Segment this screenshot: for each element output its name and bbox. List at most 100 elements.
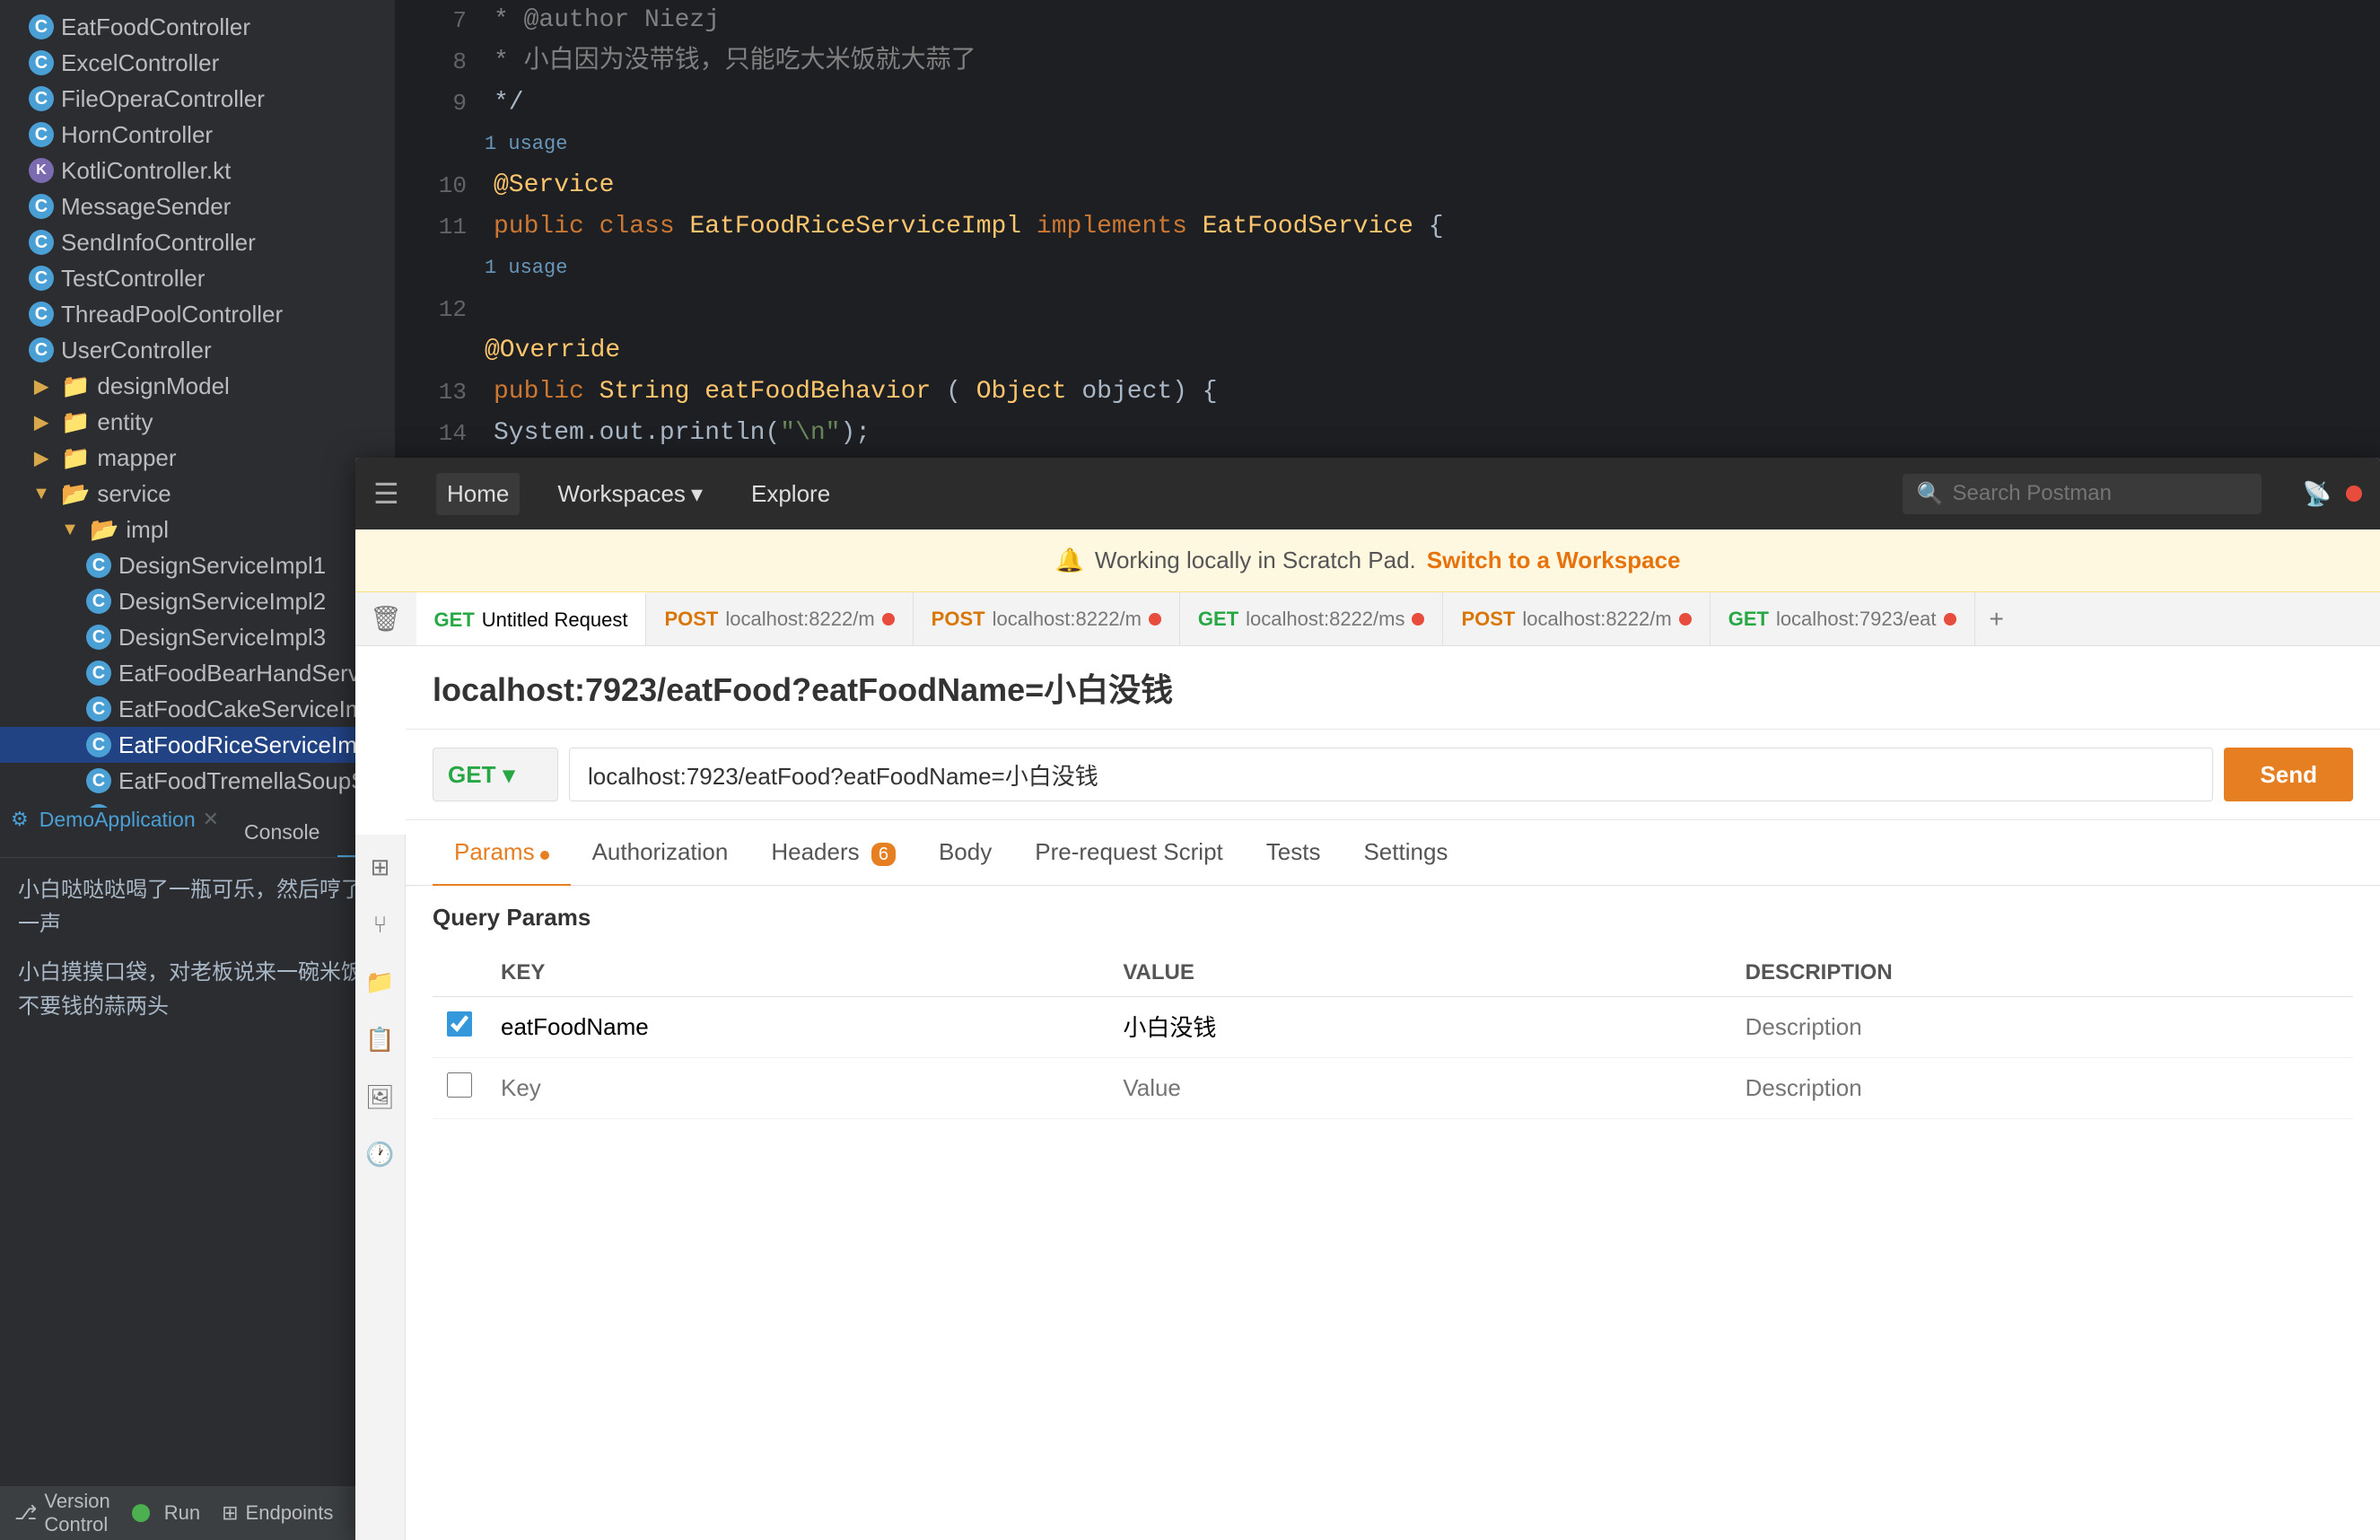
file-tree-item[interactable]: C ExcelController	[0, 45, 395, 81]
code-editor[interactable]: 7 * @author Niezj 8 * 小白因为没带钱，只能吃大米饭就大蒜了…	[395, 0, 2380, 458]
param-value-input[interactable]	[1123, 1012, 1716, 1040]
param-description[interactable]	[1731, 997, 2353, 1058]
new-value-input[interactable]	[1123, 1074, 1716, 1102]
hamburger-menu-icon[interactable]: ☰	[373, 477, 409, 511]
file-tree-item[interactable]: C EatFoodTremellaSoupServiceImpl	[0, 763, 395, 799]
sidebar-fork-icon[interactable]: ⑂	[363, 906, 398, 942]
search-box[interactable]: 🔍	[1903, 474, 2262, 514]
file-tree-item[interactable]: K KotliController.kt	[0, 153, 395, 188]
file-tree-item[interactable]: C FileOperaController	[0, 81, 395, 117]
chevron-down-icon: ▾	[691, 480, 703, 508]
sidebar-collection-icon[interactable]: 📁	[363, 964, 398, 1000]
new-description-input[interactable]	[1746, 1074, 2339, 1102]
authorization-tab[interactable]: Authorization	[571, 820, 750, 886]
home-nav-link[interactable]: Home	[436, 473, 520, 515]
console-tab[interactable]: Console	[226, 808, 337, 857]
class-icon: C	[29, 337, 54, 363]
file-tree-item[interactable]: C HornReceivePepServiceImpl	[0, 799, 395, 808]
param-description-input[interactable]	[1746, 1013, 2339, 1041]
file-tree-item[interactable]: C DesignServiceImpl1	[0, 547, 395, 583]
file-tree-item[interactable]: C SendInfoController	[0, 224, 395, 260]
file-tree-item[interactable]: C EatFoodBearHandServiceImpl	[0, 655, 395, 691]
param-key-input[interactable]	[501, 1013, 1094, 1041]
tab-get-3[interactable]: GET localhost:7923/eat	[1711, 592, 1975, 646]
postman-nav: ☰ Home Workspaces ▾ Explore 🔍 📡	[355, 458, 2380, 529]
method-selector[interactable]: GET ▾	[433, 748, 558, 801]
request-breadcrumb: localhost:7923/eatFood?eatFoodName=小白没钱	[406, 646, 2380, 730]
postman-sidebar: ⊞ ⑂ 📁 📋 🖼 🕐	[355, 835, 406, 1540]
new-param-checkbox[interactable]	[447, 1072, 472, 1098]
file-tree-item[interactable]: ▶ 📁 mapper	[0, 440, 395, 476]
class-icon: C	[86, 625, 111, 650]
trash-icon[interactable]: 🗑	[355, 604, 416, 634]
file-tree-item[interactable]: ▶ 📁 entity	[0, 404, 395, 440]
run-item[interactable]: Run	[132, 1501, 200, 1525]
class-icon: C	[29, 50, 54, 75]
code-line-9: 9 */	[395, 83, 2380, 124]
new-tab-button[interactable]: +	[1975, 605, 2018, 634]
file-tree-item[interactable]: C HornController	[0, 117, 395, 153]
pre-request-script-tab[interactable]: Pre-request Script	[1013, 820, 1245, 886]
tab-post-2[interactable]: POST localhost:8222/m	[914, 592, 1180, 646]
send-button[interactable]: Send	[2224, 748, 2353, 801]
switch-workspace-link[interactable]: Switch to a Workspace	[1427, 547, 1681, 574]
url-input[interactable]	[569, 748, 2213, 801]
version-control-item[interactable]: ⎇ Version Control	[14, 1490, 110, 1536]
code-annotation-override: @Override	[395, 330, 2380, 372]
body-tab[interactable]: Body	[917, 820, 1013, 886]
new-param-description[interactable]	[1731, 1058, 2353, 1119]
request-tabs-bar: 🗑 GET Untitled Request POST localhost:82…	[355, 592, 2380, 646]
param-checkbox[interactable]	[447, 1011, 472, 1037]
file-tree-item[interactable]: C EatFoodCakeServiceImpl	[0, 691, 395, 727]
endpoints-item[interactable]: ⊞ Endpoints	[222, 1501, 333, 1525]
settings-tab[interactable]: Settings	[1342, 820, 1469, 886]
tab-post-1[interactable]: POST localhost:8222/m	[646, 592, 913, 646]
app-name: DemoApplication	[39, 808, 196, 857]
sidebar-home-icon[interactable]: ⊞	[363, 849, 398, 885]
file-tree-item[interactable]: C ThreadPoolController	[0, 296, 395, 332]
row-checkbox-cell[interactable]	[433, 997, 486, 1058]
home-label: Home	[447, 480, 509, 507]
tests-tab[interactable]: Tests	[1245, 820, 1343, 886]
file-tree-item[interactable]: C EatFoodController	[0, 9, 395, 45]
kotlin-icon: K	[29, 158, 54, 183]
search-input[interactable]	[1953, 481, 2247, 506]
new-row-checkbox[interactable]	[433, 1058, 486, 1119]
file-tree-item[interactable]: C DesignServiceImpl2	[0, 583, 395, 619]
query-params-title: Query Params	[433, 904, 2353, 932]
sidebar-clock-icon[interactable]: 🕐	[363, 1136, 398, 1172]
explore-nav-link[interactable]: Explore	[740, 473, 841, 515]
sidebar-history-icon[interactable]: 🖼	[363, 1079, 398, 1115]
satellite-icon[interactable]: 📡	[2303, 480, 2332, 508]
service-folder[interactable]: ▼ 📂 service	[0, 476, 395, 512]
file-tree-item[interactable]: C DesignServiceImpl3	[0, 619, 395, 655]
tab-untitled-request[interactable]: GET Untitled Request	[416, 592, 647, 646]
file-label: EatFoodCakeServiceImpl	[118, 696, 383, 723]
class-icon: C	[86, 661, 111, 686]
file-tree-item[interactable]: C TestController	[0, 260, 395, 296]
warning-icon: 🔔	[1055, 547, 1084, 574]
workspaces-nav-link[interactable]: Workspaces ▾	[547, 473, 713, 515]
file-tree-item[interactable]: ▶ 📁 designModel	[0, 368, 395, 404]
tab-get-2[interactable]: GET localhost:8222/ms	[1180, 592, 1444, 646]
sidebar-env-icon[interactable]: 📋	[363, 1021, 398, 1057]
param-key[interactable]	[486, 997, 1108, 1058]
new-param-value[interactable]	[1108, 1058, 1730, 1119]
new-key-input[interactable]	[501, 1074, 1094, 1102]
folder-icon: ▶	[29, 409, 54, 434]
impl-folder[interactable]: ▼ 📂 impl	[0, 512, 395, 547]
description-col-header: DESCRIPTION	[1731, 949, 2353, 997]
file-tree-item[interactable]: C MessageSender	[0, 188, 395, 224]
tab-method-post: POST	[664, 608, 718, 631]
tab-post-3[interactable]: POST localhost:8222/m	[1443, 592, 1710, 646]
file-tree-item[interactable]: C UserController	[0, 332, 395, 368]
params-tab[interactable]: Params	[433, 820, 571, 886]
headers-tab[interactable]: Headers 6	[749, 820, 917, 886]
new-param-key[interactable]	[486, 1058, 1108, 1119]
code-line-11: 11 public class EatFoodRiceServiceImpl i…	[395, 206, 2380, 248]
param-value[interactable]	[1108, 997, 1730, 1058]
file-tree-item-selected[interactable]: C EatFoodRiceServiceImpl	[0, 727, 395, 763]
endpoints-label: Endpoints	[246, 1501, 334, 1525]
file-label: HornController	[61, 121, 213, 149]
file-label: ExcelController	[61, 49, 219, 77]
